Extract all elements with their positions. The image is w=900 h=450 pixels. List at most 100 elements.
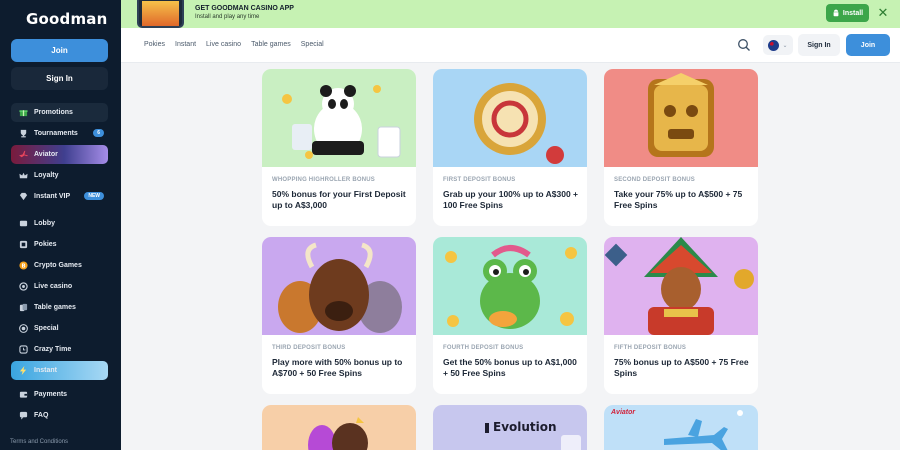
top-nav: Pokies Instant Live casino Table games S… xyxy=(144,41,324,48)
promo-title: 75% bonus up to A$500 + 75 Free Spins xyxy=(614,357,749,378)
promo-kicker: FOURTH DEPOSIT BONUS xyxy=(443,345,524,351)
promo-title: Play more with 50% bonus up to A$700 + 5… xyxy=(272,357,403,378)
promo-card[interactable]: THIRD DEPOSIT BONUS Play more with 50% b… xyxy=(262,237,416,394)
crown-icon xyxy=(19,172,28,179)
lightning-icon xyxy=(19,366,27,375)
sidebar-item-label: Promotions xyxy=(34,109,73,116)
sidebar-item-label: Instant VIP xyxy=(34,193,71,200)
sidebar-item-table-games[interactable]: Table games xyxy=(11,298,108,317)
sidebar-item-label: Pokies xyxy=(34,241,57,248)
promo-card[interactable]: Evolution xyxy=(433,405,587,450)
evolution-logo-text: Evolution xyxy=(493,420,557,434)
flower-symbol-promo-image xyxy=(433,69,587,167)
menu-group-info: Payments FAQ xyxy=(11,385,108,425)
banner-title: GET GOODMAN CASINO APP xyxy=(195,5,294,12)
sidebar-item-label: Instant xyxy=(34,367,57,374)
promo-card[interactable]: FIFTH DEPOSIT BONUS 75% bonus up to A$50… xyxy=(604,237,758,394)
sidebar-signin-button[interactable]: Sign In xyxy=(11,67,108,90)
sidebar-item-lobby[interactable]: Lobby xyxy=(11,214,108,233)
nav-special[interactable]: Special xyxy=(301,41,324,48)
sidebar-item-special[interactable]: Special xyxy=(11,319,108,338)
sidebar-item-aviator[interactable]: Aviator xyxy=(11,145,108,164)
sidebar-item-instant[interactable]: Instant xyxy=(11,361,108,380)
promo-title: Get the 50% bonus up to A$1,000 + 50 Fre… xyxy=(443,357,577,378)
sidebar-item-instant-vip[interactable]: Instant VIP NEW xyxy=(11,187,108,206)
cherry-icon xyxy=(19,240,28,249)
banner-subtitle: Install and play any time xyxy=(195,14,260,20)
sidebar-item-payments[interactable]: Payments xyxy=(11,385,108,404)
bitcoin-icon: B xyxy=(19,261,28,270)
terms-link[interactable]: Terms and Conditions xyxy=(10,439,68,445)
new-badge: NEW xyxy=(84,192,104,200)
promo-card[interactable]: WHOPPING HIGHROLLER BONUS 50% bonus for … xyxy=(262,69,416,226)
gift-icon xyxy=(19,110,28,117)
star-icon xyxy=(19,324,28,333)
frog-promo-image xyxy=(433,237,587,335)
lobby-icon xyxy=(19,220,28,227)
sidebar-item-label: Table games xyxy=(34,304,76,311)
sidebar-item-pokies[interactable]: Pokies xyxy=(11,235,108,254)
promo-kicker: FIFTH DEPOSIT BONUS xyxy=(614,345,687,351)
search-icon[interactable] xyxy=(737,38,751,52)
aviator-logo-text: Aviator xyxy=(611,409,636,416)
android-icon xyxy=(833,9,839,17)
panda-promo-image xyxy=(262,69,416,167)
nav-pokies[interactable]: Pokies xyxy=(144,41,165,48)
sidebar-item-label: FAQ xyxy=(34,412,49,419)
tournaments-count-badge: 6 xyxy=(93,129,104,137)
close-icon[interactable]: ✕ xyxy=(877,6,889,20)
promo-title: Grab up your 100% up to A$300 + 100 Free… xyxy=(443,189,579,210)
header-signin-button[interactable]: Sign In xyxy=(798,34,840,56)
install-label: Install xyxy=(842,9,864,17)
sidebar-item-crazy-time[interactable]: Crazy Time xyxy=(11,340,108,359)
sidebar-item-label: Crypto Games xyxy=(34,262,82,269)
sidebar-item-promotions[interactable]: Promotions xyxy=(11,103,108,122)
sidebar-item-label: Aviator xyxy=(34,151,58,158)
logo[interactable]: Goodman xyxy=(26,10,108,28)
promo-kicker: FIRST DEPOSIT BONUS xyxy=(443,177,516,183)
sidebar-item-live-casino[interactable]: Live casino xyxy=(11,277,108,296)
svg-text:B: B xyxy=(21,263,25,269)
promo-kicker: THIRD DEPOSIT BONUS xyxy=(272,345,346,351)
app-install-banner: GET GOODMAN CASINO APP Install and play … xyxy=(121,0,900,28)
wallet-icon xyxy=(19,391,28,398)
promo-card[interactable]: SECOND DEPOSIT BONUS Take your 75% up to… xyxy=(604,69,758,226)
sidebar-join-button[interactable]: Join xyxy=(11,39,108,62)
sidebar-item-label: Special xyxy=(34,325,59,332)
sidebar-item-label: Crazy Time xyxy=(34,346,72,353)
promo-card[interactable] xyxy=(262,405,416,450)
app-phone-image xyxy=(137,0,184,28)
chevron-down-icon: ⌄ xyxy=(782,42,788,49)
promo-title: Take your 75% up to A$500 + 75 Free Spin… xyxy=(614,189,743,210)
sidebar-item-label: Tournaments xyxy=(34,130,78,137)
sidebar-item-label: Loyalty xyxy=(34,172,59,179)
live-icon xyxy=(19,282,28,291)
promo-kicker: WHOPPING HIGHROLLER BONUS xyxy=(272,177,376,183)
header-join-button[interactable]: Join xyxy=(846,34,890,56)
language-selector[interactable]: ⌄ xyxy=(763,35,793,55)
nav-instant[interactable]: Instant xyxy=(175,41,196,48)
diamond-icon xyxy=(19,192,28,201)
flag-icon xyxy=(768,39,780,51)
clock-icon xyxy=(19,345,28,354)
buffalo-promo-image xyxy=(262,237,416,335)
sidebar-item-tournaments[interactable]: Tournaments 6 xyxy=(11,124,108,143)
cards-icon xyxy=(19,303,28,312)
sidebar-item-faq[interactable]: FAQ xyxy=(11,406,108,425)
menu-group-games: Lobby Pokies B Crypto Games Live casino … xyxy=(11,214,108,380)
aztec-warrior-promo-image xyxy=(604,237,758,335)
golden-mask-promo-image xyxy=(604,69,758,167)
sidebar-item-label: Payments xyxy=(34,391,68,398)
sidebar-item-label: Live casino xyxy=(34,283,73,290)
sidebar-item-crypto-games[interactable]: B Crypto Games xyxy=(11,256,108,275)
nav-table-games[interactable]: Table games xyxy=(251,41,291,48)
promo-card[interactable]: Aviator xyxy=(604,405,758,450)
menu-group-promo: Promotions Tournaments 6 Aviator Loyalty… xyxy=(11,103,108,206)
sidebar-item-label: Lobby xyxy=(34,220,55,227)
chat-icon xyxy=(19,411,28,420)
install-button[interactable]: Install xyxy=(826,4,869,22)
promo-card[interactable]: FOURTH DEPOSIT BONUS Get the 50% bonus u… xyxy=(433,237,587,394)
nav-live-casino[interactable]: Live casino xyxy=(206,41,241,48)
sidebar-item-loyalty[interactable]: Loyalty xyxy=(11,166,108,185)
promo-card[interactable]: FIRST DEPOSIT BONUS Grab up your 100% up… xyxy=(433,69,587,226)
